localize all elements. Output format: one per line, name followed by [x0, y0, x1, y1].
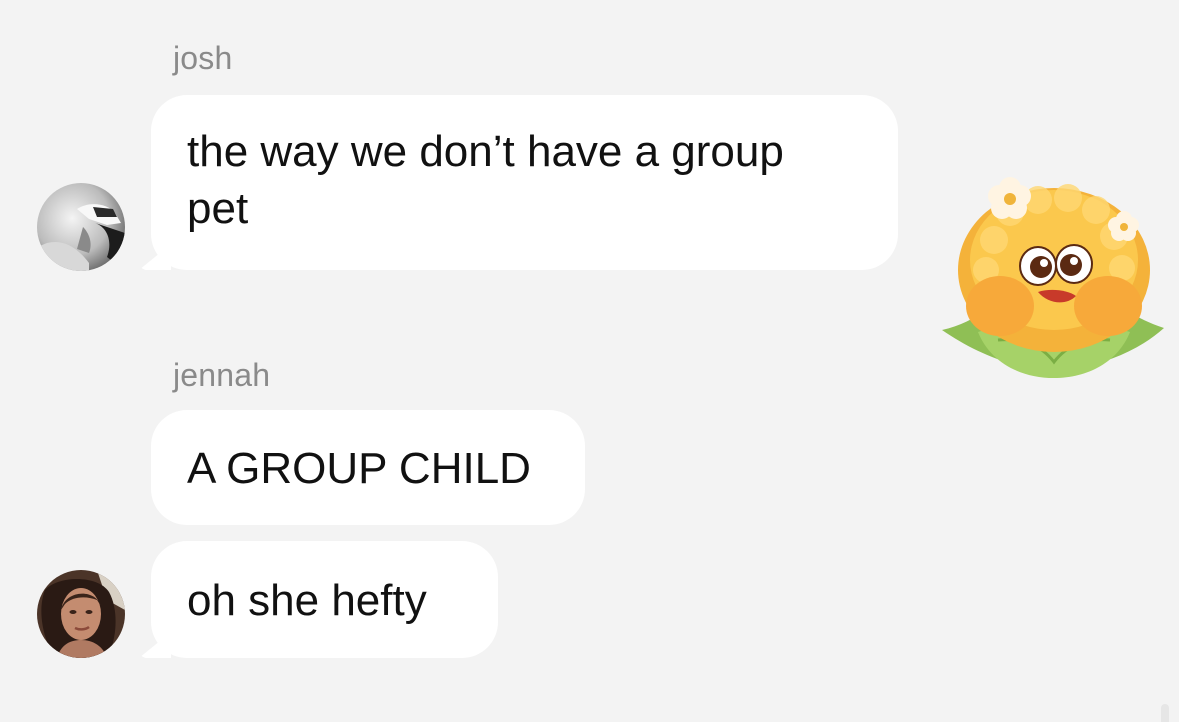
message-text-line: pet [187, 184, 249, 233]
avatar-jennah[interactable] [37, 570, 125, 658]
avatar-photo-color-icon [37, 570, 125, 658]
avatar-josh[interactable] [37, 183, 125, 271]
message-text-line: oh she hefty [187, 576, 427, 625]
message-text-line: the way we don’t have a group [187, 127, 784, 176]
corn-character-sticker-icon [942, 177, 1164, 378]
message-bubble[interactable]: the way we don’t have a group pet [151, 95, 898, 270]
message-text-line: A GROUP CHILD [187, 444, 531, 493]
message-bubble[interactable]: oh she hefty [151, 541, 498, 658]
avatar-photo-grayscale-icon [37, 183, 125, 271]
sender-name-josh: josh [173, 40, 233, 76]
sender-name-jennah: jennah [173, 357, 271, 393]
message-bubble[interactable]: A GROUP CHILD [151, 410, 585, 525]
scroll-indicator[interactable] [1161, 704, 1169, 722]
corn-sticker[interactable] [938, 172, 1168, 384]
